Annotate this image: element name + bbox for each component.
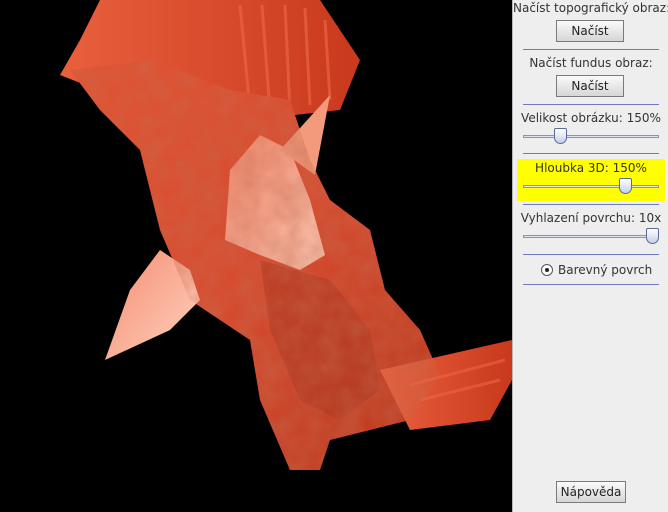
- depth-label: Hloubka 3D: 150%: [513, 161, 668, 175]
- separator: [523, 153, 659, 154]
- image-size-value: 150%: [626, 111, 661, 125]
- slider-thumb[interactable]: [554, 128, 567, 144]
- fundus-label: Načíst fundus obraz:: [529, 56, 653, 70]
- smoothing-slider[interactable]: [523, 228, 659, 246]
- slider-track: [523, 235, 659, 238]
- separator: [523, 204, 659, 205]
- radio-selected-dot: [545, 268, 549, 272]
- slider-thumb[interactable]: [646, 228, 659, 244]
- help-button[interactable]: Nápověda: [556, 481, 626, 503]
- topo-label: Načíst topografický obraz:: [513, 1, 668, 15]
- smoothing-value: 10x: [638, 211, 662, 225]
- depth-value: 150%: [612, 161, 647, 175]
- depth-label-text: Hloubka 3D:: [535, 161, 609, 175]
- color-surface-option[interactable]: Barevný povrch: [513, 262, 668, 278]
- color-surface-label: Barevný povrch: [558, 263, 653, 277]
- load-fundus-button[interactable]: Načíst: [556, 75, 624, 97]
- image-size-label: Velikost obrázku: 150%: [513, 111, 668, 125]
- surface-render: [60, 0, 512, 470]
- smoothing-label: Vyhlazení povrchu: 10x: [513, 211, 668, 225]
- separator: [523, 49, 659, 50]
- slider-track: [523, 185, 659, 188]
- separator: [523, 284, 659, 285]
- depth-slider[interactable]: [523, 178, 659, 196]
- color-surface-radio[interactable]: [541, 264, 553, 276]
- slider-track: [523, 135, 659, 138]
- separator: [523, 254, 659, 255]
- load-topo-button[interactable]: Načíst: [556, 20, 624, 42]
- separator: [523, 104, 659, 105]
- image-size-slider[interactable]: [523, 128, 659, 146]
- image-size-label-text: Velikost obrázku:: [521, 111, 623, 125]
- slider-thumb[interactable]: [619, 178, 632, 194]
- 3d-viewport[interactable]: [0, 0, 512, 512]
- smoothing-label-text: Vyhlazení povrchu:: [520, 211, 636, 225]
- control-panel: Načíst topografický obraz: Načíst Načíst…: [512, 0, 668, 512]
